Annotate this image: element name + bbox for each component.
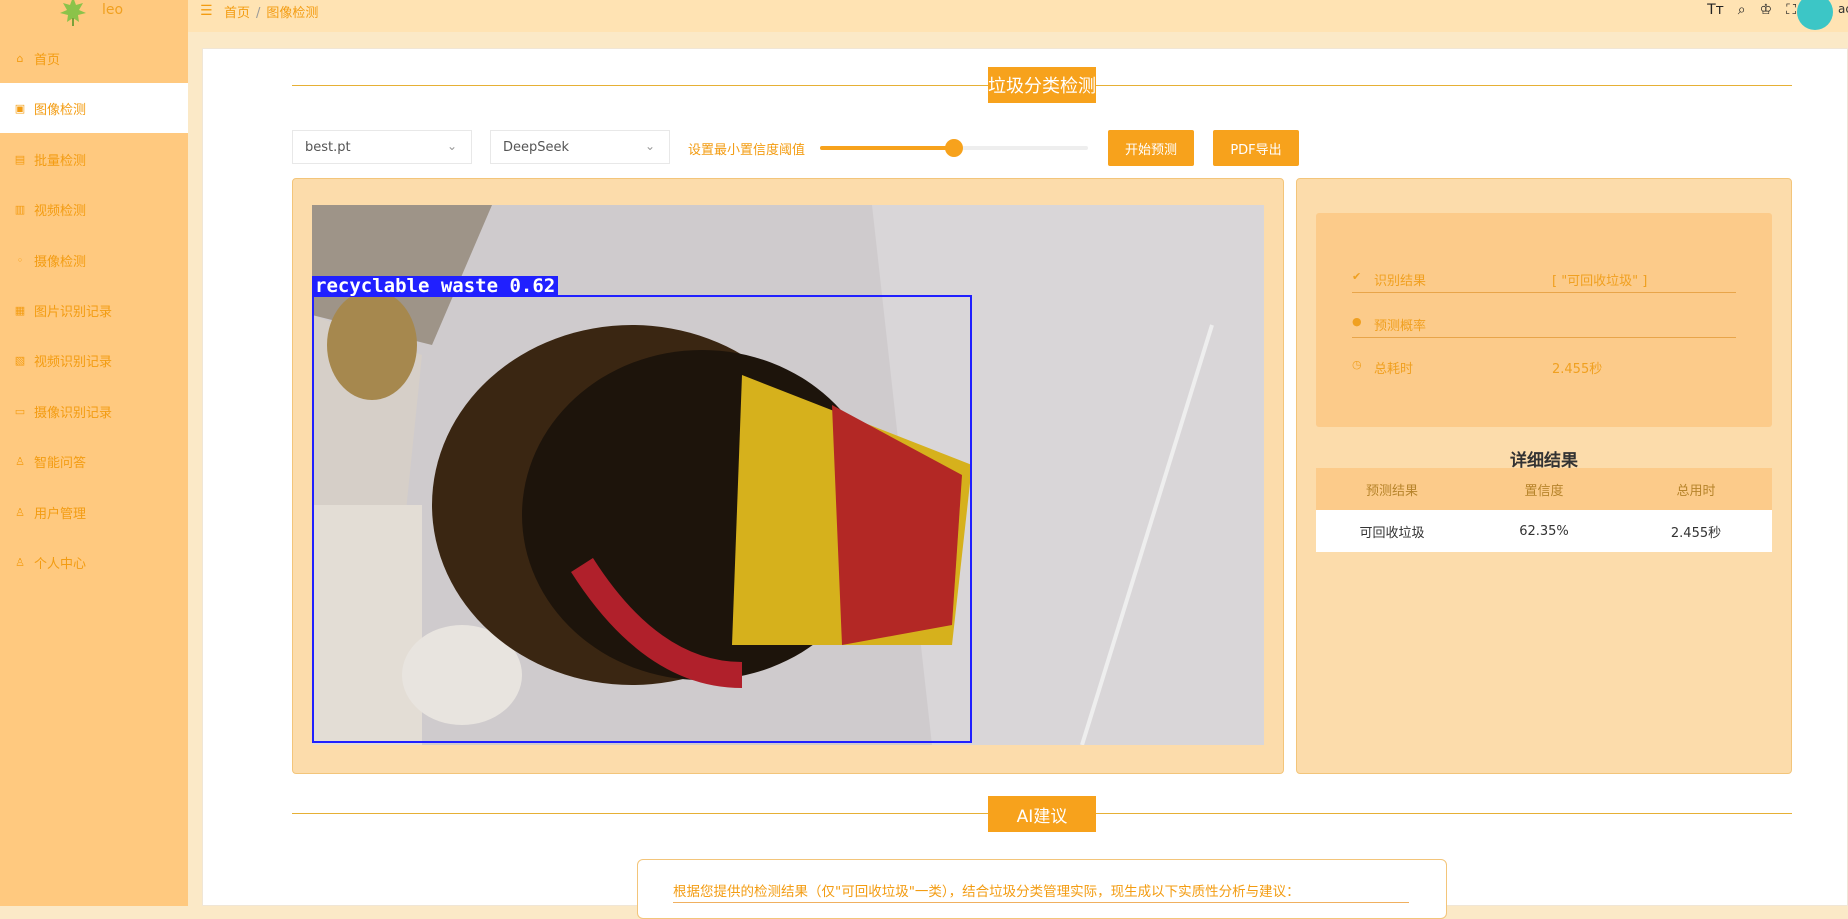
chevron-down-icon: ⌄ (644, 139, 655, 153)
record-icon: ▭ (14, 404, 26, 418)
sidebar-item-label: 摄像检测 (34, 254, 87, 270)
table-cell: 可回收垃圾 (1359, 525, 1425, 541)
result-value: 2.455秒 (1552, 362, 1603, 377)
result-key: 识别结果 (1374, 274, 1427, 289)
ai-suggestion-text: 根据您提供的检测结果（仅"可回收垃圾"一类），结合垃圾分类管理实际，现生成以下实… (673, 880, 1409, 903)
sidebar-item-label: 图像检测 (34, 102, 87, 118)
pdf-export-button[interactable]: PDF导出 (1213, 130, 1299, 166)
font-size-icon[interactable]: Tт (1707, 2, 1724, 18)
sidebar-item-profile[interactable]: ♙ 个人中心 (0, 537, 188, 587)
ai-model-select[interactable]: DeepSeek ⌄ (490, 130, 670, 164)
result-row: ● 预测概率 (1352, 309, 1736, 338)
page-title: 垃圾分类检测 (988, 67, 1096, 103)
logo-text: leo (102, 2, 124, 18)
video-icon: ▥ (14, 202, 26, 216)
search-icon[interactable]: ⌕ (1738, 2, 1746, 18)
ai-section-title: AI建议 (988, 796, 1096, 832)
sidebar-item-label: 视频检测 (34, 203, 87, 219)
sidebar: leo ⌂ 首页 ▣ 图像检测 ▤ 批量检测 ▥ 视频检测 ◦ 摄像检测 ▦ 图… (0, 0, 188, 906)
start-predict-button[interactable]: 开始预测 (1108, 130, 1194, 166)
sidebar-item-label: 批量检测 (34, 153, 87, 169)
table-cell: 62.35% (1519, 523, 1569, 539)
grid-icon: ▤ (14, 152, 26, 166)
sidebar-item-camera-records[interactable]: ▭ 摄像识别记录 (0, 386, 188, 436)
sidebar-item-home[interactable]: ⌂ 首页 (0, 33, 188, 83)
sidebar-item-image-detect[interactable]: ▣ 图像检测 (0, 83, 188, 133)
table-header: 预测结果 置信度 总用时 (1316, 468, 1772, 510)
theme-icon[interactable]: ♔ (1760, 2, 1773, 18)
user-icon: ♙ (15, 505, 25, 519)
model-select[interactable]: best.pt ⌄ (292, 130, 472, 164)
model-select-value: best.pt (305, 139, 351, 155)
sidebar-item-label: 首页 (34, 52, 61, 68)
sidebar-item-label: 智能问答 (34, 455, 87, 471)
result-key: 总耗时 (1374, 362, 1414, 377)
chat-icon: ♙ (15, 454, 25, 468)
sidebar-item-qa[interactable]: ♙ 智能问答 (0, 436, 188, 486)
breadcrumb-current: 图像检测 (266, 6, 319, 21)
slider-label: 设置最小置信度阈值 (688, 143, 806, 158)
file-icon: ▧ (14, 353, 26, 367)
sidebar-item-user-management[interactable]: ♙ 用户管理 (0, 487, 188, 537)
table-cell: 2.455秒 (1670, 525, 1722, 541)
sidebar-item-image-records[interactable]: ▦ 图片识别记录 (0, 285, 188, 335)
document-icon: ▦ (14, 303, 26, 317)
table-row: 可回收垃圾 62.35% 2.455秒 (1316, 510, 1772, 552)
sidebar-item-video-detect[interactable]: ▥ 视频检测 (0, 184, 188, 234)
avatar-text[interactable]: ac (1838, 2, 1848, 16)
table-header-cell: 预测结果 (1365, 483, 1418, 499)
detection-bounding-box (312, 295, 972, 743)
person-icon: ♙ (15, 555, 25, 569)
detection-label: recyclable waste 0.62 (312, 276, 559, 297)
table-header-cell: 总用时 (1676, 483, 1716, 499)
sidebar-item-label: 个人中心 (34, 556, 87, 572)
camera-icon: ◦ (16, 253, 24, 267)
home-icon: ⌂ (16, 51, 24, 65)
slider-handle[interactable] (945, 139, 963, 157)
sidebar-item-label: 用户管理 (34, 506, 87, 522)
bulb-icon: ● (1352, 315, 1362, 328)
sidebar-item-label: 视频识别记录 (34, 354, 113, 370)
sidebar-item-label: 摄像识别记录 (34, 405, 113, 421)
maple-leaf-icon (60, 0, 86, 26)
breadcrumb: 首页 / 图像检测 (224, 6, 319, 21)
table-header-cell: 置信度 (1524, 483, 1564, 499)
result-row: ◷ 总耗时 2.455秒 (1352, 352, 1736, 380)
clock-icon: ◷ (1352, 358, 1362, 371)
menu-toggle-icon[interactable]: ☰ (200, 3, 213, 19)
header-icons: Tт ⌕ ♔ ⛶ (1707, 2, 1796, 18)
sidebar-item-camera-detect[interactable]: ◦ 摄像检测 (0, 235, 188, 285)
sidebar-item-label: 图片识别记录 (34, 304, 113, 320)
sidebar-item-batch-detect[interactable]: ▤ 批量检测 (0, 134, 188, 184)
result-key: 预测概率 (1374, 319, 1427, 334)
check-icon: ✔ (1352, 270, 1362, 283)
chevron-down-icon: ⌄ (446, 139, 457, 153)
logo: leo (58, 0, 198, 32)
image-icon: ▣ (14, 101, 26, 115)
fullscreen-icon[interactable]: ⛶ (1786, 2, 1796, 18)
result-row: ✔ 识别结果 [ "可回收垃圾" ] (1352, 264, 1736, 293)
slider-fill (820, 146, 954, 150)
ai-select-value: DeepSeek (503, 139, 570, 155)
sidebar-item-video-records[interactable]: ▧ 视频识别记录 (0, 335, 188, 385)
top-header: ☰ 首页 / 图像检测 Tт ⌕ ♔ ⛶ (188, 0, 1848, 32)
breadcrumb-home[interactable]: 首页 (224, 6, 250, 21)
confidence-slider[interactable] (820, 139, 1088, 157)
result-value: [ "可回收垃圾" ] (1552, 274, 1648, 289)
